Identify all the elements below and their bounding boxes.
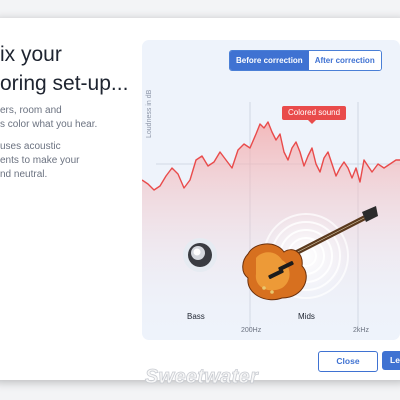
sweetwater-watermark: Sweetwater	[145, 366, 259, 389]
headline-line: oring set-up...	[0, 72, 129, 95]
freq-tick-200hz: 200Hz	[241, 327, 262, 334]
dialog-headline: ix your oring set-up...	[0, 40, 140, 98]
intro-paragraph-1: ers, room and s color what you hear.	[0, 104, 140, 132]
tab-before-correction[interactable]: Before correction	[230, 51, 309, 70]
paragraph-line: nd neutral.	[0, 169, 48, 180]
band-label-bass: Bass	[187, 312, 205, 321]
colored-sound-callout: Colored sound	[282, 106, 347, 124]
tab-after-correction[interactable]: After correction	[308, 51, 381, 70]
headline-line: ix your	[0, 43, 62, 66]
speaker-icon	[183, 238, 217, 272]
next-button[interactable]: Le	[382, 351, 400, 370]
frequency-panel: Before correction After correction Loudn…	[142, 40, 400, 340]
paragraph-line: ers, room and	[0, 105, 62, 116]
paragraph-line: uses acoustic	[0, 141, 61, 152]
correction-toggle: Before correction After correction	[229, 50, 382, 71]
paragraph-line: s color what you hear.	[0, 119, 98, 130]
intro-paragraph-2: uses acoustic ents to make your nd neutr…	[0, 140, 140, 182]
freq-tick-2khz: 2kHz	[353, 327, 369, 334]
paragraph-line: ents to make your	[0, 155, 80, 166]
y-axis-label: Loudness in dB	[146, 89, 153, 138]
close-button[interactable]: Close	[318, 351, 378, 372]
band-label-mids: Mids	[298, 312, 315, 321]
frequency-graph	[142, 102, 400, 340]
